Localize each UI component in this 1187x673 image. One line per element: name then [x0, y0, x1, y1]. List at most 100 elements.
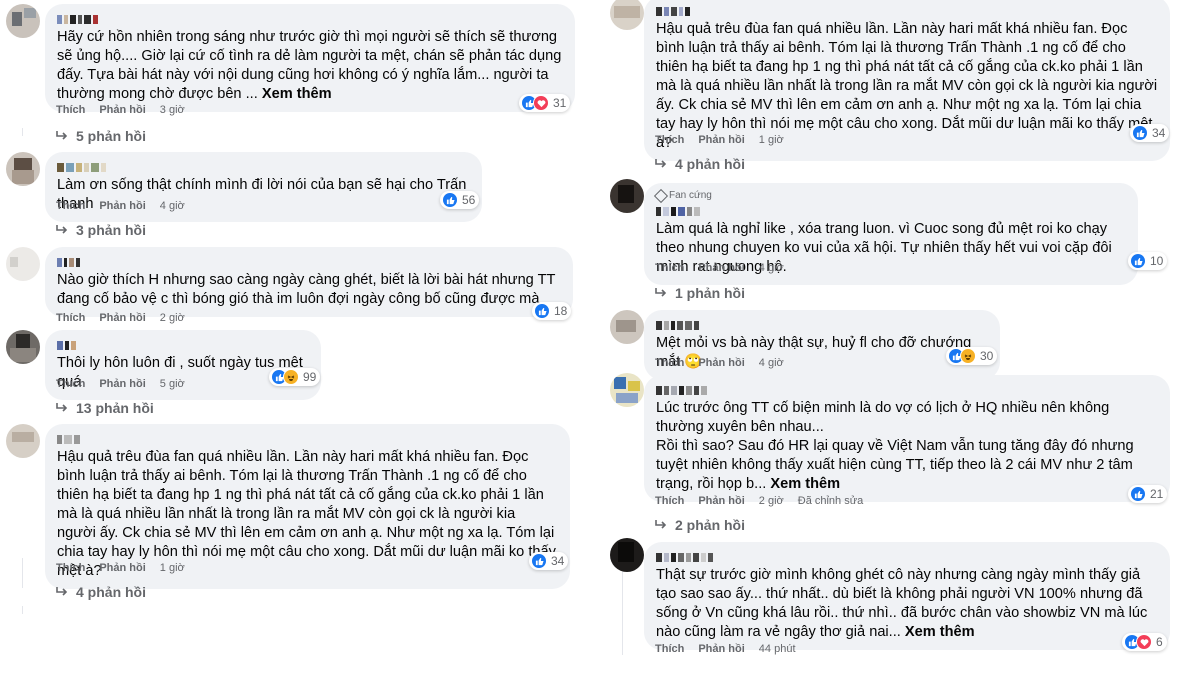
reply-button[interactable]: Phản hồi — [99, 562, 145, 574]
like-icon — [442, 192, 458, 208]
timestamp[interactable]: 4 giờ — [759, 262, 784, 274]
comment-text: Nào giờ thích H nhưng sao càng ngày càng… — [57, 272, 556, 307]
comment-actions: Thích Phản hồi 2 giờ Đã chỉnh sửa — [655, 495, 863, 507]
reply-button[interactable]: Phản hồi — [99, 312, 145, 324]
like-button[interactable]: Thích — [655, 134, 684, 146]
comment-bubble: Thật sự trước giờ mình không ghét cô này… — [644, 542, 1170, 650]
like-button[interactable]: Thích — [655, 643, 684, 655]
like-icon — [534, 303, 550, 319]
comment-bubble: Nào giờ thích H nhưng sao càng ngày càng… — [45, 247, 573, 317]
like-button[interactable]: Thích — [56, 104, 85, 116]
reaction-count: 30 — [980, 349, 994, 363]
avatar[interactable] — [6, 247, 40, 281]
avatar[interactable] — [610, 310, 644, 344]
comment-bubble: Lúc trước ông TT cố biện minh là do vợ c… — [644, 375, 1170, 502]
comment-text: Thật sự trước giờ mình không ghét cô này… — [656, 567, 1148, 640]
comment-actions: Thích Phản hồi 5 giờ — [56, 378, 185, 390]
comment-actions: Thích Phản hồi 44 phút — [655, 643, 796, 655]
reaction-summary[interactable]: 34 — [529, 552, 569, 570]
like-button[interactable]: Thích — [655, 357, 684, 369]
fan-badge[interactable]: Fan cứng — [653, 188, 1126, 203]
author-name-redacted[interactable] — [656, 317, 988, 331]
comment-text: Lúc trước ông TT cố biện minh là do vợ c… — [656, 400, 1134, 492]
like-icon — [1130, 486, 1146, 502]
author-name-redacted[interactable] — [57, 431, 558, 445]
reaction-summary[interactable]: 99 — [269, 368, 321, 386]
timestamp[interactable]: 44 phút — [759, 643, 796, 655]
timestamp[interactable]: 4 giờ — [759, 357, 784, 369]
reaction-summary[interactable]: 30 — [946, 347, 998, 365]
see-more-link[interactable]: Xem thêm — [262, 86, 332, 102]
like-button[interactable]: Thích — [655, 495, 684, 507]
reaction-summary[interactable]: 18 — [532, 302, 572, 320]
reaction-count: 99 — [303, 370, 317, 384]
reply-button[interactable]: Phản hồi — [698, 357, 744, 369]
view-replies-button[interactable]: 5 phản hồi — [56, 128, 146, 144]
reply-button[interactable]: Phản hồi — [99, 378, 145, 390]
author-name-redacted[interactable] — [656, 549, 1158, 563]
reaction-count: 34 — [551, 554, 565, 568]
timestamp[interactable]: 2 giờ — [759, 495, 784, 507]
author-name-redacted[interactable] — [656, 382, 1158, 396]
reply-button[interactable]: Phản hồi — [99, 200, 145, 212]
reaction-count: 31 — [553, 96, 567, 110]
avatar[interactable] — [610, 538, 644, 572]
reaction-count: 6 — [1156, 635, 1163, 649]
avatar[interactable] — [6, 330, 40, 364]
view-replies-button[interactable]: 1 phản hồi — [655, 285, 745, 301]
comment-actions: Thích Phản hồi 4 giờ — [655, 357, 784, 369]
author-name-redacted[interactable] — [57, 159, 470, 173]
avatar[interactable] — [6, 424, 40, 458]
haha-icon — [960, 348, 976, 364]
reply-button[interactable]: Phản hồi — [698, 643, 744, 655]
see-more-link[interactable]: Xem thêm — [905, 624, 975, 640]
like-button[interactable]: Thích — [56, 200, 85, 212]
reaction-summary[interactable]: 31 — [519, 94, 571, 112]
author-name-redacted[interactable] — [656, 203, 1126, 217]
reply-arrow-icon — [56, 131, 68, 140]
reaction-summary[interactable]: 34 — [1130, 124, 1170, 142]
comment-actions: Thích Phản hồi 4 giờ — [655, 262, 784, 274]
like-button[interactable]: Thích — [655, 262, 684, 274]
haha-icon — [283, 369, 299, 385]
timestamp[interactable]: 1 giờ — [759, 134, 784, 146]
like-button[interactable]: Thích — [56, 312, 85, 324]
reply-button[interactable]: Phản hồi — [99, 104, 145, 116]
edited-label[interactable]: Đã chỉnh sửa — [798, 495, 863, 507]
avatar[interactable] — [610, 0, 644, 30]
reply-arrow-icon — [655, 520, 667, 529]
timestamp[interactable]: 5 giờ — [160, 378, 185, 390]
reaction-summary[interactable]: 21 — [1128, 485, 1168, 503]
reply-button[interactable]: Phản hồi — [698, 134, 744, 146]
like-button[interactable]: Thích — [56, 378, 85, 390]
author-name-redacted[interactable] — [57, 337, 309, 351]
reaction-summary[interactable]: 10 — [1128, 252, 1168, 270]
view-replies-button[interactable]: 3 phản hồi — [56, 222, 146, 238]
avatar[interactable] — [6, 152, 40, 186]
reply-button[interactable]: Phản hồi — [698, 262, 744, 274]
reply-button[interactable]: Phản hồi — [698, 495, 744, 507]
view-replies-button[interactable]: 2 phản hồi — [655, 517, 745, 533]
see-more-link[interactable]: Xem thêm — [770, 476, 840, 492]
reaction-count: 10 — [1150, 254, 1164, 268]
view-replies-button[interactable]: 4 phản hồi — [56, 584, 146, 600]
avatar[interactable] — [610, 373, 644, 407]
author-name-redacted[interactable] — [57, 254, 561, 268]
reaction-summary[interactable]: 56 — [440, 191, 480, 209]
author-name-redacted[interactable] — [656, 3, 1158, 17]
comment-actions: Thích Phản hồi 3 giờ — [56, 104, 185, 116]
view-replies-button[interactable]: 13 phản hồi — [56, 400, 154, 416]
reaction-summary[interactable]: 6 — [1122, 633, 1167, 651]
timestamp[interactable]: 2 giờ — [160, 312, 185, 324]
like-button[interactable]: Thích — [56, 562, 85, 574]
author-name-redacted[interactable] — [57, 11, 563, 25]
view-replies-button[interactable]: 4 phản hồi — [655, 156, 745, 172]
reply-arrow-icon — [655, 159, 667, 168]
timestamp[interactable]: 4 giờ — [160, 200, 185, 212]
timestamp[interactable]: 3 giờ — [160, 104, 185, 116]
avatar[interactable] — [610, 179, 644, 213]
like-icon — [1132, 125, 1148, 141]
reply-arrow-icon — [56, 403, 68, 412]
avatar[interactable] — [6, 4, 40, 38]
timestamp[interactable]: 1 giờ — [160, 562, 185, 574]
